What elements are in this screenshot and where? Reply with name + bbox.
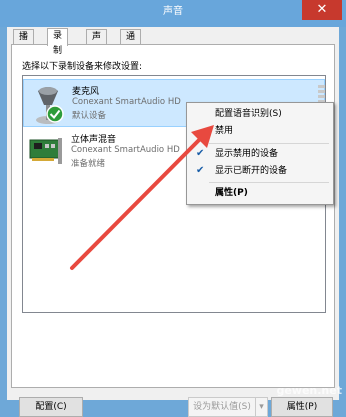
watermark: gewen.net bbox=[276, 384, 342, 397]
tab-recording[interactable]: 录制 bbox=[47, 28, 69, 56]
configure-button[interactable]: 配置(C) bbox=[19, 397, 83, 417]
set-default-dropdown-button[interactable]: ▾ bbox=[255, 397, 268, 417]
set-default-button[interactable]: 设为默认值(S) bbox=[188, 397, 256, 417]
chevron-down-icon: ▾ bbox=[259, 402, 264, 412]
properties-button[interactable]: 属性(P) bbox=[271, 397, 333, 417]
red-arrow-annotation bbox=[70, 125, 214, 270]
